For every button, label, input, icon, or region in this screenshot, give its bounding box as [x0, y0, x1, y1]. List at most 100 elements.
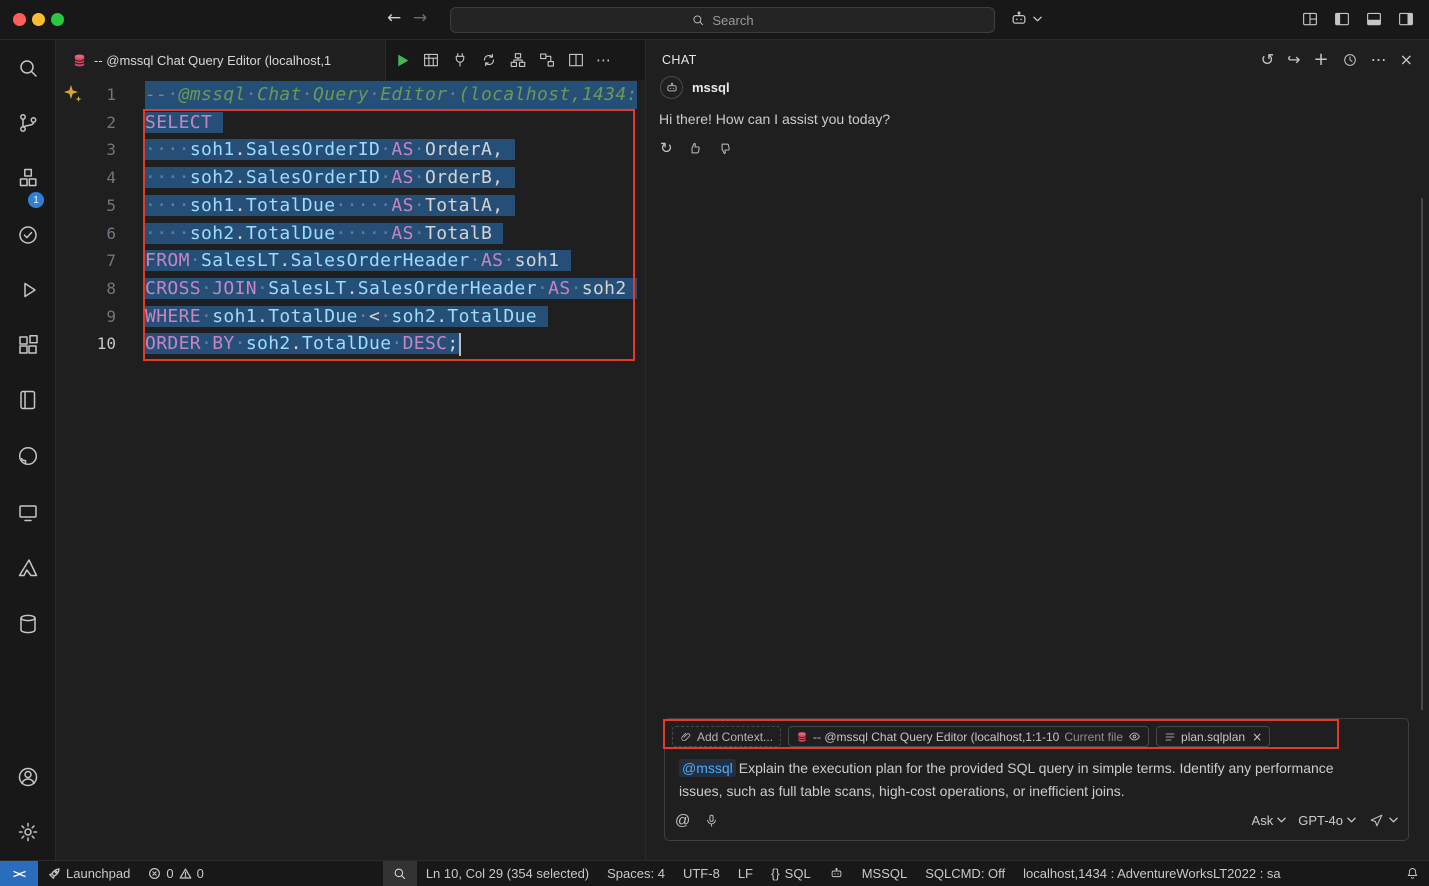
problems-status[interactable]: 0 0 [139, 861, 212, 886]
sidebar-item-settings[interactable] [16, 820, 40, 844]
macos-zoom-button[interactable] [51, 13, 64, 26]
mention-icon[interactable]: @ [675, 812, 690, 829]
new-chat-icon[interactable]: + [1314, 52, 1329, 68]
language-status[interactable]: {} SQL [762, 861, 820, 886]
close-icon[interactable]: × [1252, 730, 1262, 744]
sidebar-item-extensions[interactable] [16, 333, 40, 357]
regenerate-icon[interactable]: ↻ [660, 140, 673, 156]
code-line[interactable]: ····soh2.TotalDue·····AS·TotalB [145, 220, 503, 248]
code-lines[interactable]: --·@mssql·Chat·Query·Editor·(localhost,1… [145, 81, 637, 861]
code-line[interactable]: WHERE·soh1.TotalDue·<·soh2.TotalDue [145, 303, 548, 331]
notebook-icon [16, 388, 40, 412]
editor-tab[interactable]: -- @mssql Chat Query Editor (localhost,1 [56, 40, 386, 80]
cursor-position-status[interactable]: Ln 10, Col 29 (354 selected) [417, 861, 598, 886]
sidebar-item-notebook[interactable] [16, 388, 40, 412]
more-icon[interactable]: ⋯ [1371, 52, 1387, 68]
forward-arrow-icon[interactable]: → [413, 8, 427, 28]
toggle-panel-icon[interactable] [1365, 10, 1383, 28]
copilot-menu[interactable] [1009, 9, 1042, 29]
remote-indicator[interactable]: >< [0, 861, 38, 886]
query-plan-icon[interactable] [538, 51, 556, 69]
chat-input[interactable]: @mssqlExplain the execution plan for the… [679, 757, 1339, 803]
sidebar-item-packages[interactable] [16, 166, 40, 190]
back-arrow-icon[interactable]: ← [387, 8, 401, 28]
azure-icon [16, 556, 40, 580]
results-grid-icon[interactable] [422, 51, 440, 69]
disconnect-plug-icon[interactable] [451, 51, 469, 69]
chat-input-toolbar: @ Ask GPT-4o [675, 808, 1398, 832]
code-line[interactable]: SELECT [145, 109, 223, 137]
status-bar: >< Launchpad 0 0 Ln 10, Col 29 (354 sele… [0, 860, 1429, 886]
context-chip-plan-file[interactable]: plan.sqlplan × [1156, 726, 1270, 747]
add-context-button[interactable]: Add Context... [672, 726, 781, 747]
remote-icon: >< [13, 867, 25, 881]
chevron-down-icon [1033, 16, 1042, 22]
editor-tab-bar: -- @mssql Chat Query Editor (localhost,1… [56, 40, 645, 80]
redo-icon[interactable]: ↪ [1287, 52, 1300, 68]
zoom-indicator[interactable] [383, 861, 417, 886]
code-line[interactable]: ····soh2.SalesOrderID·AS·OrderB, [145, 164, 515, 192]
sqlcmd-status[interactable]: SQLCMD: Off [916, 861, 1014, 886]
copilot-status[interactable] [820, 861, 853, 886]
sidebar-item-remote-explorer[interactable] [16, 501, 40, 525]
run-query-button[interactable] [394, 52, 411, 69]
chevron-down-icon [1389, 817, 1398, 823]
sidebar-item-accounts[interactable] [16, 765, 40, 789]
code-line[interactable]: CROSS·JOIN·SalesLT.SalesOrderHeader·AS·s… [145, 275, 637, 303]
eol-status[interactable]: LF [729, 861, 762, 886]
command-center-search[interactable]: Search [450, 7, 995, 33]
toggle-sidebar-icon[interactable] [1333, 10, 1351, 28]
sidebar-item-testing[interactable] [16, 223, 40, 247]
activity-badge: 1 [28, 192, 44, 208]
database-icon [16, 612, 40, 636]
sidebar-item-github[interactable] [16, 444, 40, 468]
sidebar-item-run-debug[interactable] [16, 278, 40, 302]
model-dropdown[interactable]: GPT-4o [1298, 813, 1356, 828]
macos-close-button[interactable] [13, 13, 26, 26]
warning-count: 0 [197, 866, 204, 881]
sidebar-item-source-control[interactable] [16, 111, 40, 135]
microphone-icon[interactable] [704, 813, 719, 828]
mention-chip[interactable]: @mssql [679, 759, 736, 777]
editor-content[interactable]: 12345678910 --·@mssql·Chat·Query·Editor·… [56, 80, 645, 860]
more-actions-icon[interactable]: ⋯ [596, 51, 611, 69]
chat-scrollbar[interactable] [1421, 198, 1423, 710]
mode-dropdown[interactable]: Ask [1252, 813, 1287, 828]
customize-layout-icon[interactable] [1301, 10, 1319, 28]
macos-minimize-button[interactable] [32, 13, 45, 26]
eye-icon[interactable] [1128, 730, 1141, 743]
testing-icon [16, 223, 40, 247]
thumbs-down-icon[interactable] [718, 141, 733, 156]
toggle-secondary-sidebar-icon[interactable] [1397, 10, 1415, 28]
launchpad-label: Launchpad [66, 866, 130, 881]
close-icon[interactable]: × [1400, 52, 1413, 68]
chat-input-container[interactable]: Add Context... -- @mssql Chat Query Edit… [664, 718, 1409, 841]
sidebar-item-mssql[interactable] [16, 612, 40, 636]
history-icon[interactable] [1342, 52, 1358, 68]
context-chip-current-file[interactable]: -- @mssql Chat Query Editor (localhost,1… [788, 726, 1149, 747]
code-line[interactable]: FROM·SalesLT.SalesOrderHeader·AS·soh1 [145, 247, 571, 275]
code-line[interactable]: --·@mssql·Chat·Query·Editor·(localhost,1… [145, 81, 637, 109]
encoding-status[interactable]: UTF-8 [674, 861, 729, 886]
sidebar-item-azure[interactable] [16, 556, 40, 580]
connection-status[interactable]: localhost,1434 : AdventureWorksLT2022 : … [1014, 861, 1290, 886]
code-line[interactable]: ORDER·BY·soh2.TotalDue·DESC; [145, 330, 459, 358]
mssql-status[interactable]: MSSQL [853, 861, 917, 886]
run-debug-icon [16, 278, 40, 302]
indentation-status[interactable]: Spaces: 4 [598, 861, 674, 886]
launchpad-status[interactable]: Launchpad [38, 861, 139, 886]
notifications-bell[interactable] [1396, 861, 1429, 886]
thumbs-up-icon[interactable] [688, 141, 703, 156]
split-editor-icon[interactable] [567, 51, 585, 69]
schema-compare-icon[interactable] [509, 51, 527, 69]
editor-toolbar: ⋯ [394, 50, 611, 70]
sidebar-item-search[interactable] [16, 56, 40, 80]
titlebar: ← → Search [0, 0, 1429, 40]
undo-icon[interactable]: ↺ [1261, 52, 1274, 68]
code-line[interactable]: ····soh1.TotalDue·····AS·TotalA, [145, 192, 515, 220]
send-button[interactable] [1368, 812, 1398, 829]
code-line[interactable]: ····soh1.SalesOrderID·AS·OrderA, [145, 136, 515, 164]
github-icon [16, 444, 40, 468]
estimated-plan-icon[interactable] [480, 51, 498, 69]
line-number: 5 [56, 192, 116, 220]
